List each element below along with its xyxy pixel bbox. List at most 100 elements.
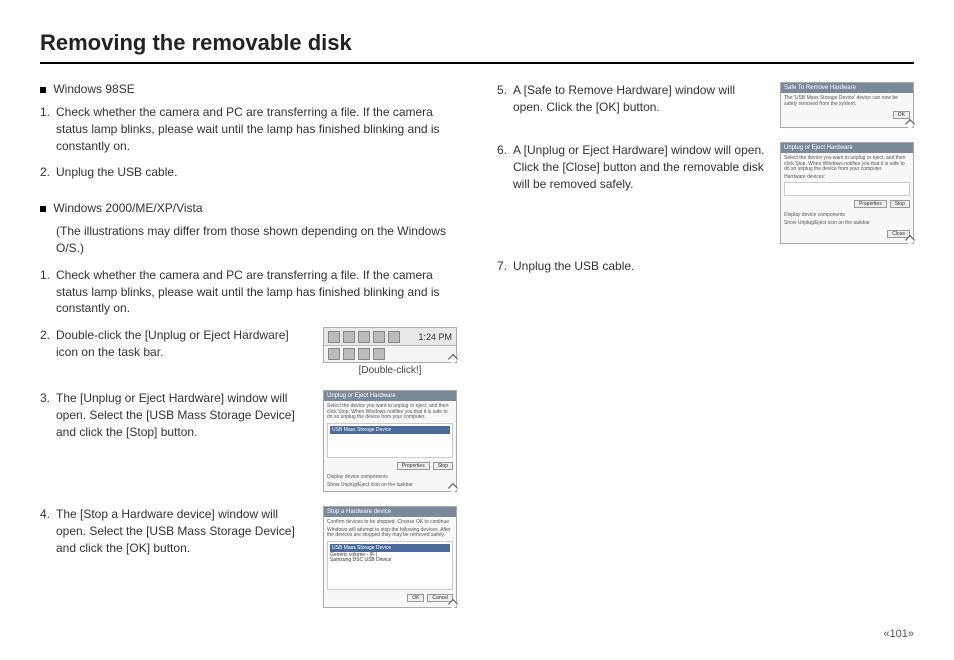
step-b-4: 4. The [Stop a Hardware device] window w… <box>40 506 311 556</box>
step-number: 4. <box>40 506 56 556</box>
step-number: 1. <box>40 104 56 154</box>
dialog-title: Stop a Hardware device <box>327 509 391 515</box>
check-display: Display device components <box>784 212 910 218</box>
dialog-desc: Confirm devices to be stopped. Choose OK… <box>327 520 453 526</box>
manual-page: Removing the removable disk Windows 98SE… <box>0 0 954 660</box>
close-button[interactable]: Close <box>887 230 910 238</box>
section-heading-2000: Windows 2000/ME/XP/Vista <box>40 201 457 215</box>
step-text: The [Unplug or Eject Hardware] window wi… <box>56 390 311 440</box>
dialog-desc: Select the device you want to unplug or … <box>327 404 453 421</box>
step-b-6: 6. A [Unplug or Eject Hardware] window w… <box>497 142 768 192</box>
bullet-icon <box>40 206 46 212</box>
ok-button[interactable]: OK <box>407 594 424 602</box>
check-show: Show Unplug/Eject icon on the taskbar <box>327 482 453 488</box>
section-heading-98se: Windows 98SE <box>40 82 457 96</box>
step-b-5-row: 5. A [Safe to Remove Hardware] window wi… <box>497 82 914 128</box>
dialog-device-list: USB Mass Storage Device <box>327 423 453 459</box>
tray-icon <box>358 348 370 360</box>
step-b-2: 2. Double-click the [Unplug or Eject Har… <box>40 327 311 361</box>
content-columns: Windows 98SE 1. Check whether the camera… <box>40 82 914 622</box>
step-b-6-row: 6. A [Unplug or Eject Hardware] window w… <box>497 142 914 244</box>
step-number: 1. <box>40 267 56 317</box>
step-number: 3. <box>40 390 56 440</box>
dialog-desc2: Windows will attempt to stop the followi… <box>327 528 453 539</box>
step-number: 5. <box>497 82 513 116</box>
dialog-device-list <box>784 182 910 196</box>
tray-icon <box>388 331 400 343</box>
dialog-buttons: OK <box>784 109 910 121</box>
figure-unplug-dialog: Unplug or Eject Hardware Select the devi… <box>323 390 457 492</box>
step-text: A [Unplug or Eject Hardware] window will… <box>513 142 768 192</box>
figure-unplug-dialog-2: Unplug or Eject Hardware Select the devi… <box>780 142 914 244</box>
step-text: Unplug the USB cable. <box>56 164 457 181</box>
list-item-usb: USB Mass Storage Device <box>330 426 450 434</box>
tray-icon <box>343 331 355 343</box>
step-number: 2. <box>40 327 56 361</box>
step-number: 7. <box>497 258 513 275</box>
bullet-icon <box>40 87 46 93</box>
dialog-titlebar: Safe To Remove Hardware <box>781 83 913 93</box>
taskbar-tray: 1:24 PM <box>324 328 456 346</box>
dialog-buttons: Properties Stop <box>784 198 910 210</box>
check-display: Display device components <box>327 474 453 480</box>
figure-taskbar: 1:24 PM [Double-click!] <box>323 327 457 376</box>
step-b-7: 7. Unplug the USB cable. <box>497 258 914 275</box>
tray-icon <box>373 331 385 343</box>
step-number: 6. <box>497 142 513 192</box>
tray-icon <box>328 348 340 360</box>
heading-text: Windows 98SE <box>53 82 134 96</box>
dialog-body: Select the device you want to unplug or … <box>781 153 913 243</box>
step-98se-1: 1. Check whether the camera and PC are t… <box>40 104 457 154</box>
stop-button[interactable]: Stop <box>890 200 910 208</box>
dialog-close-row: Close <box>784 228 910 240</box>
dialog-body: Select the device you want to unplug or … <box>324 401 456 491</box>
check-show: Show Unplug/Eject icon on the taskbar <box>784 220 910 226</box>
step-text: The [Stop a Hardware device] window will… <box>56 506 311 556</box>
taskbar-thumb: 1:24 PM <box>323 327 457 363</box>
section-note: (The illustrations may differ from those… <box>56 223 457 257</box>
dialog-title: Unplug or Eject Hardware <box>784 145 853 151</box>
dialog-buttons: OK Cancel <box>327 592 453 604</box>
dialog-titlebar: Unplug or Eject Hardware <box>324 391 456 401</box>
step-text: A [Safe to Remove Hardware] window will … <box>513 82 768 116</box>
dialog-body: The 'USB Mass Storage Device' device can… <box>781 93 913 127</box>
step-b-2-row: 2. Double-click the [Unplug or Eject Har… <box>40 327 457 376</box>
left-column: Windows 98SE 1. Check whether the camera… <box>40 82 457 622</box>
step-number: 2. <box>40 164 56 181</box>
cancel-button[interactable]: Cancel <box>427 594 453 602</box>
tray-icon <box>343 348 355 360</box>
tray-icon <box>373 348 385 360</box>
properties-button[interactable]: Properties <box>854 200 887 208</box>
figure-caption: [Double-click!] <box>323 365 457 376</box>
step-b-4-row: 4. The [Stop a Hardware device] window w… <box>40 506 457 608</box>
dialog-title: Safe To Remove Hardware <box>784 85 856 91</box>
page-title: Removing the removable disk <box>40 30 914 64</box>
list-item-usb: USB Mass Storage Device <box>330 544 450 552</box>
step-b-1: 1. Check whether the camera and PC are t… <box>40 267 457 317</box>
properties-button[interactable]: Properties <box>397 462 430 470</box>
step-b-3: 3. The [Unplug or Eject Hardware] window… <box>40 390 311 440</box>
tray-icon <box>328 331 340 343</box>
heading-text: Windows 2000/ME/XP/Vista <box>53 201 202 215</box>
tray-icon <box>358 331 370 343</box>
taskbar-clock: 1:24 PM <box>418 332 452 342</box>
step-b-5: 5. A [Safe to Remove Hardware] window wi… <box>497 82 768 116</box>
dialog-text: The 'USB Mass Storage Device' device can… <box>784 96 910 107</box>
dialog-titlebar: Unplug or Eject Hardware <box>781 143 913 153</box>
dialog-title: Unplug or Eject Hardware <box>327 393 396 399</box>
dialog-desc: Select the device you want to unplug or … <box>784 156 910 173</box>
devices-label: Hardware devices: <box>784 175 910 181</box>
right-column: 5. A [Safe to Remove Hardware] window wi… <box>497 82 914 622</box>
dialog-buttons: Properties Stop <box>327 460 453 472</box>
taskbar-bottom <box>324 346 456 362</box>
step-98se-2: 2. Unplug the USB cable. <box>40 164 457 181</box>
stop-button[interactable]: Stop <box>433 462 453 470</box>
dialog-device-list: USB Mass Storage Device Generic volume -… <box>327 541 453 591</box>
step-text: Double-click the [Unplug or Eject Hardwa… <box>56 327 311 361</box>
step-text: Check whether the camera and PC are tran… <box>56 104 457 154</box>
ok-button[interactable]: OK <box>893 111 910 119</box>
step-text: Check whether the camera and PC are tran… <box>56 267 457 317</box>
step-text: Unplug the USB cable. <box>513 258 914 275</box>
page-number: «101» <box>883 628 914 640</box>
dialog-titlebar: Stop a Hardware device <box>324 507 456 517</box>
